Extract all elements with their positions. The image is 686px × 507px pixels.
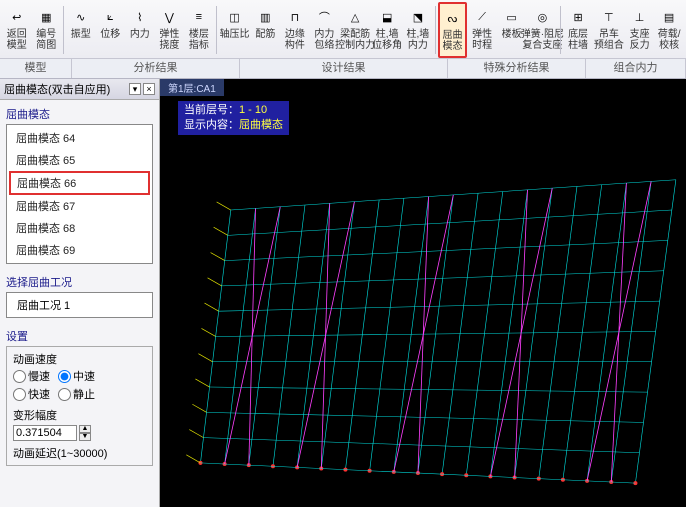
speed-radio-慢速[interactable]: 慢速 <box>13 368 50 384</box>
load-check-button[interactable]: ▤荷载/ 校核 <box>654 2 684 58</box>
speed-radio-中速[interactable]: 中速 <box>58 368 95 384</box>
deform-input[interactable] <box>13 425 77 441</box>
buckling-mode-button[interactable]: ᔓ屈曲 模态 <box>438 2 468 58</box>
case-select[interactable]: 屈曲工况 1 <box>6 292 153 318</box>
column-force-icon: ⬔ <box>406 5 430 29</box>
side-panel: 屈曲模态(双击自应用) ▾ × 屈曲模态 屈曲模态 64屈曲模态 65屈曲模态 … <box>0 79 160 507</box>
mode-shape-button[interactable]: ∿振型 <box>66 2 96 58</box>
modes-listbox[interactable]: 屈曲模态 64屈曲模态 65屈曲模态 66屈曲模态 67屈曲模态 68屈曲模态 … <box>6 124 153 264</box>
mode-item[interactable]: 屈曲模态 67 <box>9 195 150 217</box>
load-check-icon: ▤ <box>657 5 681 29</box>
mode-item[interactable]: 屈曲模态 65 <box>9 149 150 171</box>
internal-force-icon: ⌇ <box>128 5 152 29</box>
crane-button[interactable]: ⊤吊车 预组合 <box>593 2 625 58</box>
force-envelope-icon: ⌒ <box>312 5 336 29</box>
bottom-column-icon: ⊞ <box>566 5 590 29</box>
number-scheme-button[interactable]: ▦编号 简图 <box>32 2 62 58</box>
panel-title-bar: 屈曲模态(双击自应用) ▾ × <box>0 79 159 100</box>
axial-ratio-icon: ◫ <box>223 5 247 29</box>
anim-speed-label: 动画速度 <box>13 351 146 367</box>
beam-control-button[interactable]: △梁配筋 控制内力 <box>339 2 371 58</box>
delay-label: 动画延迟(1~30000) <box>13 445 146 461</box>
ribbon-group-分析结果: 分析结果 <box>72 59 240 78</box>
support-reaction-button[interactable]: ⊥支座 反力 <box>625 2 655 58</box>
modes-group-label: 屈曲模态 <box>6 104 153 124</box>
back-model-icon: ↩ <box>5 5 29 29</box>
crane-icon: ⊤ <box>597 5 621 29</box>
elastic-deflection-button[interactable]: ⋁弹性 挠度 <box>155 2 185 58</box>
floor-index-icon: ≡ <box>187 5 211 29</box>
reinforcement-icon: ▥ <box>253 5 277 29</box>
viewport-tab[interactable]: 第1层:CA1 <box>160 79 224 96</box>
ribbon-group-组合内力: 组合内力 <box>586 59 686 78</box>
mode-item[interactable]: 屈曲模态 66 <box>9 171 150 195</box>
mode-item[interactable]: 屈曲模态 64 <box>9 127 150 149</box>
elastic-time-button[interactable]: ⟋弹性 时程 <box>467 2 497 58</box>
panel-title: 屈曲模态(双击自应用) <box>4 81 110 97</box>
pin-icon[interactable]: ▾ <box>129 83 141 95</box>
column-disp-button[interactable]: ⬓柱,墙 位移角 <box>371 2 403 58</box>
column-force-button[interactable]: ⬔柱,墙 内力 <box>403 2 433 58</box>
case-group-label: 选择屈曲工况 <box>6 272 153 292</box>
spring-damper-button[interactable]: ◎弹簧·阻尼 复合支座 <box>526 2 558 58</box>
bottom-column-button[interactable]: ⊞底层 柱墙 <box>563 2 593 58</box>
back-model-button[interactable]: ↩返回 模型 <box>2 2 32 58</box>
floor-slab-icon: ▭ <box>500 5 524 29</box>
speed-radio-静止[interactable]: 静止 <box>58 386 95 402</box>
spin-down-icon[interactable]: ▼ <box>79 433 91 441</box>
structural-mesh <box>160 119 686 503</box>
deform-label: 变形幅度 <box>13 407 146 423</box>
internal-force-button[interactable]: ⌇内力 <box>125 2 155 58</box>
beam-control-icon: △ <box>343 5 367 29</box>
viewport-3d[interactable]: 第1层:CA1 当前层号：1 - 10 显示内容：屈曲模态 <box>160 79 686 507</box>
edge-member-button[interactable]: ⊓边缘 构件 <box>280 2 310 58</box>
axial-ratio-button[interactable]: ◫轴压比 <box>219 2 251 58</box>
speed-radio-快速[interactable]: 快速 <box>13 386 50 402</box>
spring-damper-icon: ◎ <box>530 5 554 29</box>
ribbon-group-特殊分析结果: 特殊分析结果 <box>448 59 586 78</box>
displacement-button[interactable]: ⟀位移 <box>96 2 126 58</box>
mode-item[interactable]: 屈曲模态 68 <box>9 217 150 239</box>
ribbon-tabstrip: 模型分析结果设计结果特殊分析结果组合内力 <box>0 58 686 78</box>
displacement-icon: ⟀ <box>98 5 122 29</box>
ribbon-group-设计结果: 设计结果 <box>240 59 448 78</box>
floor-index-button[interactable]: ≡楼层 指标 <box>184 2 214 58</box>
edge-member-icon: ⊓ <box>283 5 307 29</box>
elastic-deflection-icon: ⋁ <box>157 5 181 29</box>
ribbon-group-模型: 模型 <box>0 59 72 78</box>
mode-item[interactable]: 屈曲模态 69 <box>9 239 150 261</box>
reinforcement-button[interactable]: ▥配筋 <box>251 2 281 58</box>
ribbon-toolbar: ↩返回 模型▦编号 简图∿振型⟀位移⌇内力⋁弹性 挠度≡楼层 指标◫轴压比▥配筋… <box>0 0 686 79</box>
number-scheme-icon: ▦ <box>34 5 58 29</box>
support-reaction-icon: ⊥ <box>628 5 652 29</box>
column-disp-icon: ⬓ <box>375 5 399 29</box>
elastic-time-icon: ⟋ <box>470 5 494 29</box>
buckling-mode-icon: ᔓ <box>440 6 464 30</box>
close-icon[interactable]: × <box>143 83 155 95</box>
spin-up-icon[interactable]: ▲ <box>79 425 91 433</box>
mode-shape-icon: ∿ <box>69 5 93 29</box>
settings-label: 设置 <box>6 326 153 346</box>
